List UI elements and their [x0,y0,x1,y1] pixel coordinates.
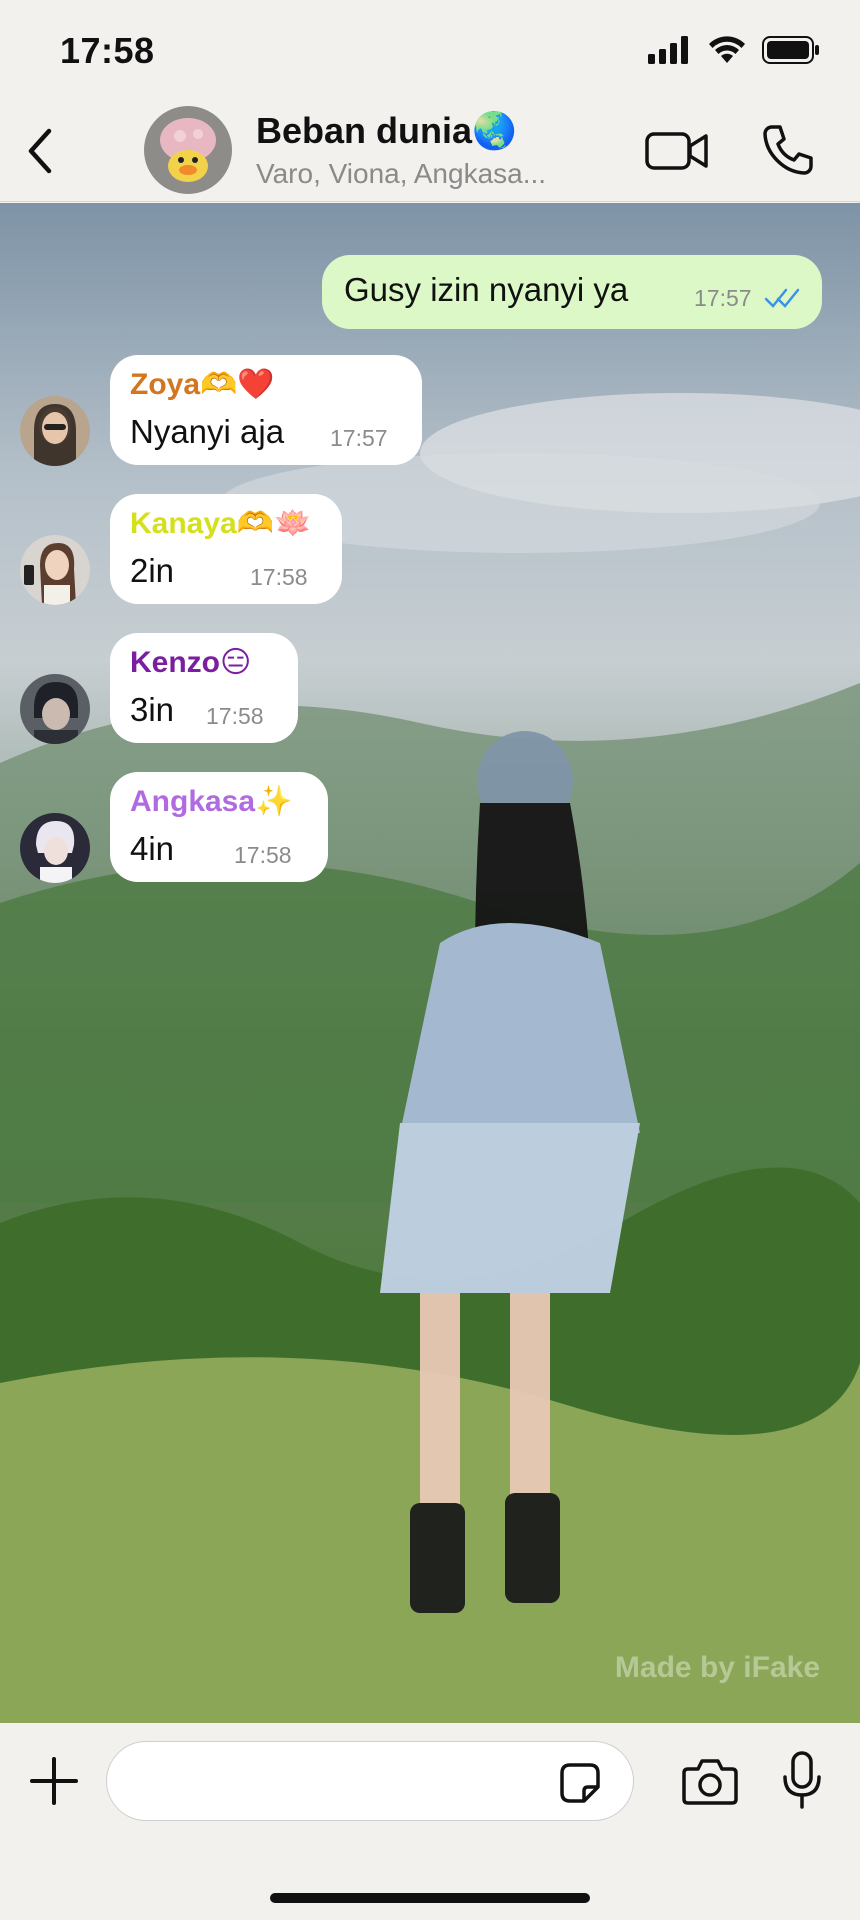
message-text: Nyanyi aja [130,413,285,450]
read-ticks-icon [764,288,800,308]
input-bar [0,1723,860,1920]
battery-icon [762,36,819,64]
video-icon [645,132,708,170]
signal-icon [648,36,688,64]
phone-icon [763,125,813,175]
watermark: Made by iFake [614,1651,820,1684]
group-members[interactable]: Varo, Viona, Angkasa... [256,158,616,190]
microphone-icon [783,1751,821,1809]
camera-icon [682,1759,738,1805]
back-button[interactable] [18,124,62,178]
message-text: 3in [130,691,175,728]
message-time: 17:58 [206,703,264,729]
message-text: Gusy izin nyanyi ya [344,271,629,308]
message-time: 17:58 [250,564,308,590]
status-icons [648,34,820,66]
voice-message-button[interactable] [780,1749,824,1813]
wifi-icon [709,36,745,63]
sender-name: Kanaya🫶🪷 [130,507,312,540]
message-bubble-incoming[interactable]: Zoya🫶❤️ Nyanyi aja 17:57 [110,355,422,465]
group-avatar[interactable] [144,106,232,194]
status-bar: 17:58 [0,0,860,100]
message-time: 17:57 [694,285,752,311]
voice-call-button[interactable] [760,122,816,178]
avatar-angkasa[interactable] [20,813,90,883]
message-time: 17:57 [330,425,388,451]
group-title[interactable]: Beban dunia🌏 [256,110,517,152]
sticker-button[interactable] [556,1759,604,1807]
message-bubble-incoming[interactable]: Angkasa✨ 4in 17:58 [110,772,328,882]
chat-area[interactable]: Gusy izin nyanyi ya 17:57 Zoya🫶❤️ Nyanyi… [0,203,860,1723]
avatar-kenzo[interactable] [20,674,90,744]
message-bubble-outgoing[interactable]: Gusy izin nyanyi ya 17:57 [322,255,822,329]
sticker-icon [560,1763,600,1803]
chevron-left-icon [28,128,52,174]
message-input[interactable] [106,1741,634,1821]
home-indicator [270,1893,590,1903]
message-bubble-incoming[interactable]: Kenzo😑 3in 17:58 [110,633,298,743]
attach-button[interactable] [26,1753,82,1809]
video-call-button[interactable] [644,126,710,176]
message-text: 2in [130,552,175,589]
message-text: 4in [130,830,175,867]
message-time: 17:58 [234,842,292,868]
status-time: 17:58 [60,30,155,71]
sender-name: Angkasa✨ [130,785,293,818]
avatar-kanaya[interactable] [20,535,90,605]
sender-name: Kenzo😑 [130,646,252,679]
plus-icon [30,1757,78,1805]
chat-header: Beban dunia🌏 Varo, Viona, Angkasa... [0,100,860,202]
message-bubble-incoming[interactable]: Kanaya🫶🪷 2in 17:58 [110,494,342,604]
camera-button[interactable] [680,1755,740,1809]
avatar-zoya[interactable] [20,396,90,466]
sender-name: Zoya🫶❤️ [130,368,275,401]
